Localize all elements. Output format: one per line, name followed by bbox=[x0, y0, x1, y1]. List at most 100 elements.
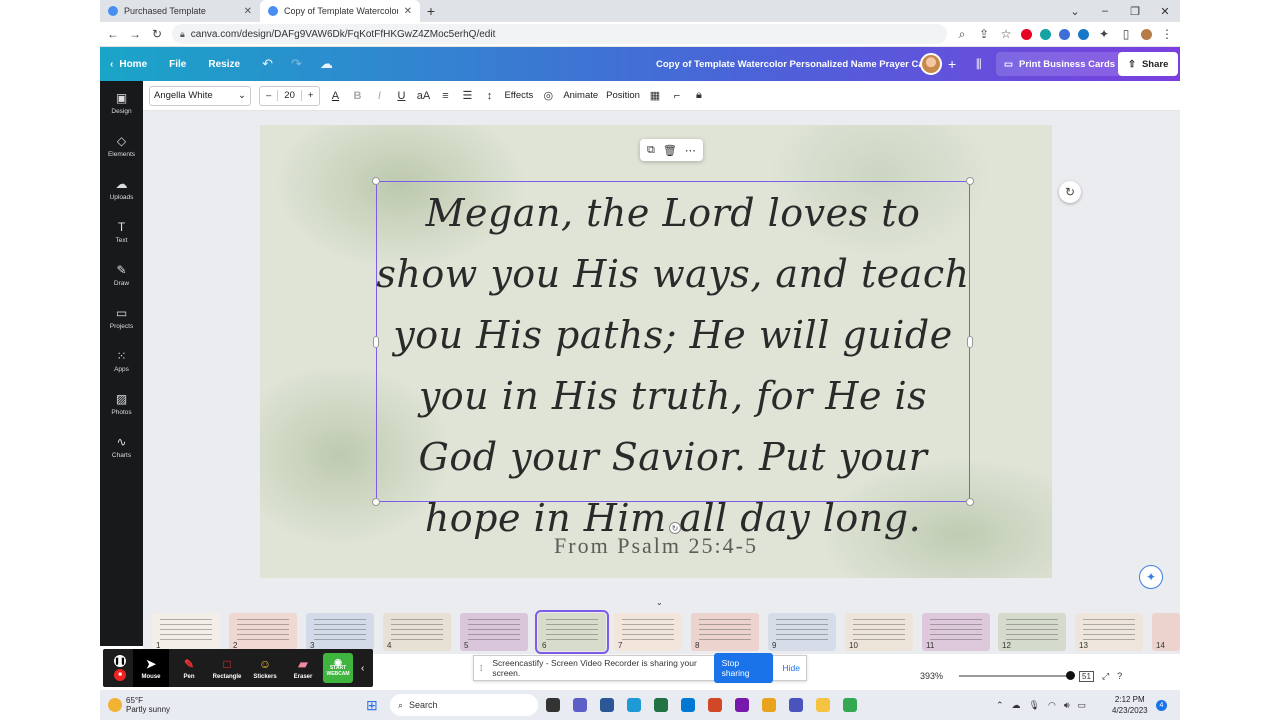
decrease-size-button[interactable]: – bbox=[260, 90, 277, 101]
page-thumbnail[interactable]: 3 bbox=[306, 613, 374, 651]
italic-icon[interactable]: I bbox=[372, 90, 386, 102]
puzzle-icon[interactable]: ✦ bbox=[1097, 27, 1111, 41]
teams-chat-icon[interactable] bbox=[573, 698, 587, 712]
file-explorer-icon[interactable] bbox=[816, 698, 830, 712]
microphone-icon[interactable]: 🎙︎ bbox=[1029, 700, 1040, 711]
page-thumbnail[interactable]: 13 bbox=[1075, 613, 1143, 651]
sidebar-item-draw[interactable]: ✎ Draw bbox=[100, 253, 143, 296]
powerpoint-icon[interactable] bbox=[708, 698, 722, 712]
sidebar-item-design[interactable]: ▣ Design bbox=[100, 81, 143, 124]
align-center-icon[interactable]: ≡ bbox=[438, 90, 452, 102]
text-color-icon[interactable]: A bbox=[328, 90, 342, 102]
excel-icon[interactable] bbox=[654, 698, 668, 712]
browser-tab[interactable]: Purchased Template ✕ bbox=[100, 0, 260, 22]
font-selector[interactable]: Angella White ⌄ bbox=[149, 85, 251, 106]
page-thumbnail[interactable]: 9 bbox=[768, 613, 836, 651]
user-avatar[interactable] bbox=[920, 53, 942, 75]
notification-badge[interactable]: 4 bbox=[1156, 699, 1167, 711]
page-thumbnail[interactable]: 5 bbox=[460, 613, 528, 651]
close-tab-icon[interactable]: ✕ bbox=[404, 6, 412, 17]
chevron-down-icon[interactable]: ⌄ bbox=[656, 598, 663, 607]
weather-widget[interactable]: 65°F Partly sunny bbox=[100, 696, 220, 714]
back-icon[interactable]: ← bbox=[106, 27, 120, 41]
chrome-icon[interactable] bbox=[762, 698, 776, 712]
home-button[interactable]: ‹ Home bbox=[110, 59, 147, 70]
bold-icon[interactable]: B bbox=[350, 90, 364, 102]
page-thumbnail[interactable]: 12 bbox=[998, 613, 1066, 651]
stickers-tool[interactable]: ☺ Stickers bbox=[247, 649, 283, 687]
transparency-icon[interactable]: ▦ bbox=[648, 89, 662, 102]
page-thumbnail[interactable]: 2 bbox=[229, 613, 297, 651]
pinterest-extension-icon[interactable] bbox=[1021, 28, 1032, 40]
stop-sharing-button[interactable]: Stop sharing bbox=[713, 653, 773, 683]
resize-handle[interactable] bbox=[966, 498, 974, 506]
undo-icon[interactable]: ↶ bbox=[262, 56, 273, 72]
sidebar-item-projects[interactable]: ▭ Projects bbox=[100, 296, 143, 339]
system-clock[interactable]: 2:12 PM 4/23/2023 bbox=[1112, 694, 1148, 716]
increase-size-button[interactable]: + bbox=[302, 90, 320, 101]
pause-icon[interactable]: ❚❚ bbox=[114, 655, 126, 667]
rectangle-tool[interactable]: □ Rectangle bbox=[209, 649, 245, 687]
minimize-icon[interactable]: – bbox=[1090, 0, 1120, 22]
sidebar-item-elements[interactable]: ◇ Elements bbox=[100, 124, 143, 167]
insights-icon[interactable]: ⫼ bbox=[976, 57, 982, 72]
help-icon[interactable]: ? bbox=[1117, 671, 1122, 681]
page-view-button[interactable]: 51 bbox=[1079, 670, 1094, 682]
resize-button[interactable]: Resize bbox=[208, 59, 240, 70]
word-icon[interactable] bbox=[600, 698, 614, 712]
underline-icon[interactable]: U bbox=[394, 90, 408, 102]
paint-roller-icon[interactable]: ⌐ bbox=[670, 90, 684, 102]
battery-icon[interactable]: ▭ bbox=[1078, 700, 1087, 711]
bookmark-star-icon[interactable]: ☆ bbox=[999, 27, 1013, 41]
collapse-toolbar-icon[interactable]: ‹ bbox=[361, 663, 364, 674]
taskbar-search[interactable]: ⌕ Search bbox=[390, 694, 538, 716]
page-thumbnail[interactable]: 10 bbox=[845, 613, 913, 651]
kebab-menu-icon[interactable]: ⋮ bbox=[1160, 27, 1174, 41]
duplicate-icon[interactable]: ⧉ bbox=[647, 144, 655, 157]
resize-handle[interactable] bbox=[966, 177, 974, 185]
cloud-save-icon[interactable]: ☁ bbox=[320, 56, 333, 72]
profile-avatar[interactable] bbox=[1141, 28, 1152, 40]
browser-tab-active[interactable]: Copy of Template Watercolor Pe ✕ bbox=[260, 0, 420, 22]
add-collaborator-icon[interactable]: + bbox=[948, 56, 956, 72]
sidebar-item-photos[interactable]: ▨ Photos bbox=[100, 382, 143, 425]
resize-handle[interactable] bbox=[372, 177, 380, 185]
page-thumbnail-selected[interactable]: 6 bbox=[535, 610, 609, 654]
design-page[interactable]: ⧉ 🗑︎ ⋯ Megan, the Lord loves to show you… bbox=[260, 125, 1052, 578]
zoom-level[interactable]: 393% bbox=[920, 671, 943, 681]
share-button[interactable]: ⇧ Share bbox=[1118, 52, 1179, 76]
sidebar-item-charts[interactable]: ∿ Charts bbox=[100, 425, 143, 468]
redo-icon[interactable]: ↷ bbox=[291, 56, 302, 72]
search-icon[interactable]: ⌕ bbox=[955, 27, 969, 42]
sidebar-item-uploads[interactable]: ☁ Uploads bbox=[100, 167, 143, 210]
file-menu-button[interactable]: File bbox=[169, 59, 186, 70]
resize-handle[interactable] bbox=[373, 336, 379, 348]
position-button[interactable]: Position bbox=[606, 90, 640, 101]
page-thumbnail[interactable]: 7 bbox=[614, 613, 682, 651]
extension-icon[interactable] bbox=[1040, 28, 1051, 40]
close-window-icon[interactable]: ✕ bbox=[1150, 0, 1180, 22]
restore-icon[interactable]: ❐ bbox=[1120, 0, 1150, 22]
tray-chevron-icon[interactable]: ⌃ bbox=[996, 700, 1004, 711]
magic-sparkle-icon[interactable]: ✦ bbox=[1139, 565, 1163, 589]
outlook-icon[interactable] bbox=[681, 698, 695, 712]
pen-tool[interactable]: ✎ Pen bbox=[171, 649, 207, 687]
extension-icon[interactable] bbox=[1059, 28, 1070, 40]
windows-start-icon[interactable]: ⊞ bbox=[366, 697, 378, 714]
url-field[interactable]: 🔒︎ canva.com/design/DAFg9VAW6Dk/FqKotFfH… bbox=[172, 24, 947, 44]
forward-icon[interactable]: → bbox=[128, 27, 142, 41]
print-business-cards-button[interactable]: ▭ Print Business Cards bbox=[996, 52, 1124, 76]
start-webcam-button[interactable]: ◉ START WEBCAM bbox=[323, 653, 353, 683]
hide-link[interactable]: Hide bbox=[783, 663, 800, 673]
resize-handle[interactable] bbox=[967, 336, 973, 348]
reload-icon[interactable]: ↻ bbox=[150, 27, 164, 41]
tab-search-icon[interactable]: ⌄ bbox=[1060, 0, 1090, 22]
list-icon[interactable]: ☰ bbox=[460, 89, 474, 102]
document-title[interactable]: Copy of Template Watercolor Personalized… bbox=[656, 59, 932, 70]
onedrive-icon[interactable]: ☁ bbox=[1012, 700, 1021, 711]
sidebar-item-text[interactable]: T Text bbox=[100, 210, 143, 253]
page-thumbnail[interactable]: 4 bbox=[383, 613, 451, 651]
trash-icon[interactable]: 🗑︎ bbox=[663, 144, 677, 157]
teams-icon[interactable] bbox=[789, 698, 803, 712]
page-thumbnail[interactable]: 8 bbox=[691, 613, 759, 651]
